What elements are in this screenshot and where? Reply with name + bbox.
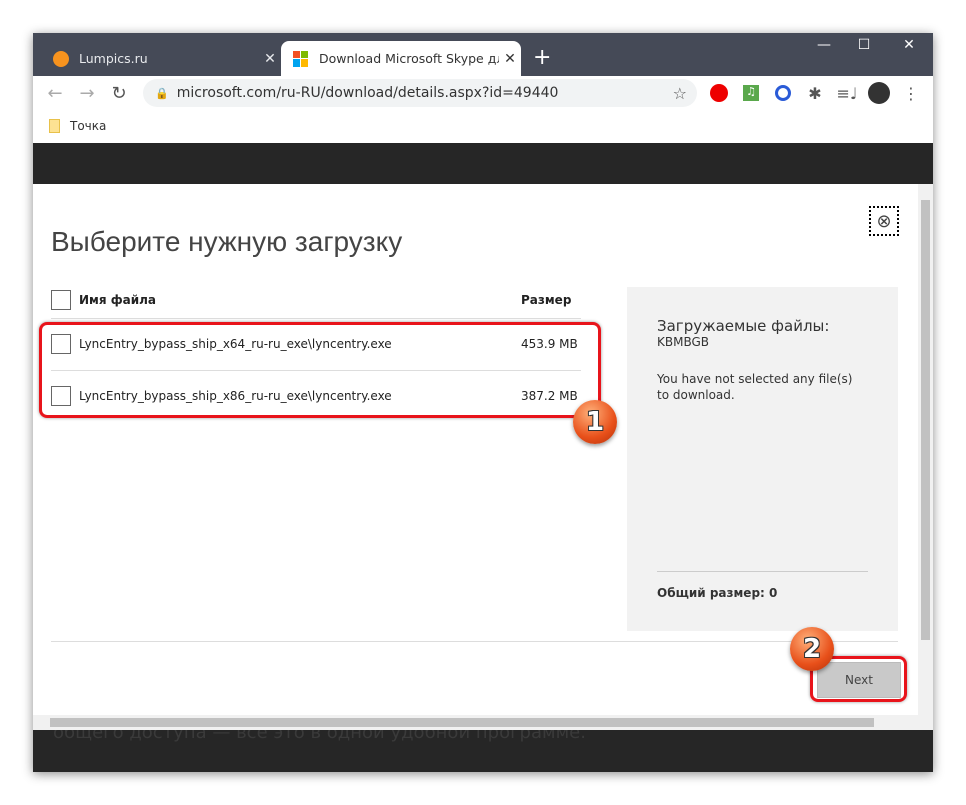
orange-favicon-icon: [53, 50, 69, 67]
summary-message: You have not selected any file(s) to dow…: [657, 372, 853, 402]
extensions-puzzle-icon[interactable]: ✱: [804, 82, 826, 104]
address-bar[interactable]: 🔒 microsoft.com/ru-RU/download/details.a…: [143, 79, 697, 107]
reload-icon[interactable]: ↻: [103, 83, 135, 104]
horizontal-scroll-thumb[interactable]: [50, 718, 874, 727]
microsoft-logo-icon: [293, 50, 309, 67]
tab-label: Download Microsoft Skype для б: [319, 51, 499, 66]
page-background-text: общего доступа — все это в одной удобной…: [33, 730, 933, 772]
toolbar: ← → ↻ 🔒 microsoft.com/ru-RU/download/det…: [33, 76, 933, 110]
summary-heading: Загружаемые файлы:: [657, 317, 830, 335]
new-tab-icon[interactable]: +: [533, 45, 551, 70]
column-size: Размер: [521, 293, 572, 307]
close-window-icon[interactable]: ✕: [886, 37, 932, 53]
folder-icon: [49, 119, 60, 133]
tab-label: Lumpics.ru: [79, 51, 148, 66]
maximize-icon[interactable]: ☐: [841, 37, 887, 53]
summary-subheading: KBMBGB: [657, 335, 710, 349]
back-icon[interactable]: ←: [39, 83, 71, 104]
menu-dots-icon[interactable]: ⋮: [900, 82, 922, 104]
media-control-icon[interactable]: ≡♩: [836, 82, 858, 104]
summary-panel: Загружаемые файлы: KBMBGB You have not s…: [627, 287, 898, 631]
bookmark-star-icon[interactable]: ☆: [673, 84, 687, 103]
table-header: Имя файла Размер: [51, 290, 581, 310]
page-header-band: [33, 143, 933, 184]
vertical-scroll-thumb[interactable]: [921, 200, 930, 640]
highlight-files: [39, 322, 601, 418]
horizontal-scrollbar[interactable]: [33, 715, 933, 730]
close-tab-icon[interactable]: ✕: [499, 51, 521, 67]
select-all-checkbox[interactable]: [51, 290, 71, 310]
adblock-extension-icon[interactable]: [708, 82, 730, 104]
vertical-scrollbar[interactable]: [918, 184, 933, 715]
tab-lumpics[interactable]: Lumpics.ru ✕: [41, 41, 281, 76]
column-name: Имя файла: [79, 293, 157, 307]
step-badge-1: 1: [573, 400, 617, 444]
profile-avatar[interactable]: [868, 82, 890, 104]
background-text: общего доступа — все это в одной удобной…: [53, 730, 586, 743]
dialog-title: Выберите нужную загрузку: [51, 226, 403, 257]
browser-window: Lumpics.ru ✕ Download Microsoft Skype дл…: [33, 33, 933, 772]
music-extension-icon[interactable]: ♫: [740, 82, 762, 104]
close-dialog-icon[interactable]: ⊗: [869, 206, 899, 236]
bookmark-tochka[interactable]: Точка: [33, 110, 106, 142]
forward-icon[interactable]: →: [71, 83, 103, 104]
bookmark-label: Точка: [70, 119, 107, 133]
url-text: microsoft.com/ru-RU/download/details.asp…: [176, 85, 559, 101]
globe-extension-icon[interactable]: [772, 82, 794, 104]
lock-icon: 🔒: [155, 86, 169, 100]
close-tab-icon[interactable]: ✕: [259, 51, 281, 67]
step-badge-2: 2: [790, 627, 834, 671]
download-dialog: ⊗ Выберите нужную загрузку Имя файла Раз…: [33, 184, 918, 715]
tab-bar: Lumpics.ru ✕ Download Microsoft Skype дл…: [33, 33, 933, 76]
total-size: Общий размер: 0: [657, 586, 778, 600]
tab-microsoft[interactable]: Download Microsoft Skype для б ✕: [281, 41, 521, 76]
